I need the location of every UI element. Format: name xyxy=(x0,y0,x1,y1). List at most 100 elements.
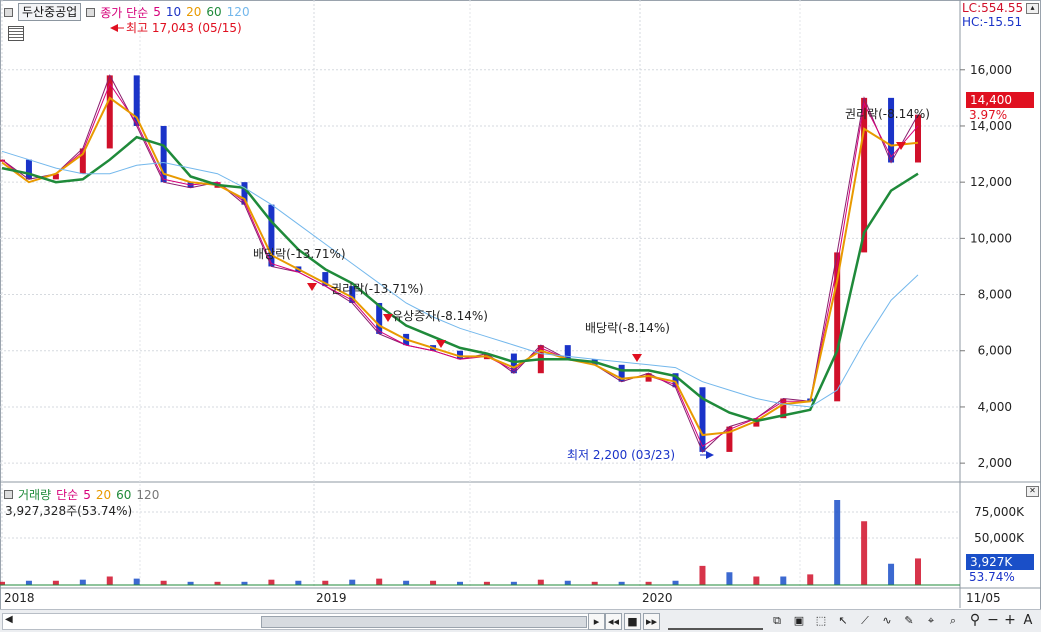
zoom-slider[interactable] xyxy=(668,613,763,630)
volume-bar xyxy=(376,578,383,585)
menu-square-icon[interactable] xyxy=(4,7,13,17)
volume-tick-label: 75,000K xyxy=(974,505,1025,519)
high-annotation: 최고 17,043 (05/15) xyxy=(126,21,242,35)
lc-value: LC:554.55 xyxy=(962,1,1024,15)
high-arrow-icon xyxy=(110,24,118,32)
low-arrow-icon xyxy=(706,451,714,459)
volume-bar xyxy=(564,580,571,585)
y-tick-label: 10,000 xyxy=(970,231,1012,245)
volume-title: 거래량 xyxy=(18,488,52,502)
x-tick-label: 2020 xyxy=(642,591,673,605)
volume-bar xyxy=(133,578,140,585)
y-tick-label: 6,000 xyxy=(978,344,1012,358)
menu-square-icon[interactable] xyxy=(86,7,96,17)
volume-bar xyxy=(861,521,868,585)
layout-icon[interactable]: ▣ xyxy=(790,613,808,628)
zoom-in-icon[interactable]: + xyxy=(1002,613,1018,628)
draw-icon[interactable]: ∿ xyxy=(878,613,896,628)
stop-icon[interactable]: ■ xyxy=(624,613,641,630)
ma-period-120: 120 xyxy=(226,5,250,19)
y-tick-label: 8,000 xyxy=(978,288,1012,302)
price-candle xyxy=(25,159,32,180)
volume-bar xyxy=(52,580,59,585)
rights-annotation-1: 권리락(-13.71%) xyxy=(331,282,424,296)
volume-bar xyxy=(106,576,113,585)
rewind-icon[interactable]: ◂◂ xyxy=(605,613,622,630)
volume-bar xyxy=(430,580,437,585)
volume-bar xyxy=(537,579,544,585)
paid-in-annotation: 유상증자(-8.14%) xyxy=(392,309,488,323)
table-grid-icon[interactable] xyxy=(8,26,24,41)
volume-bar xyxy=(79,579,86,585)
search-icon[interactable]: ⚲ xyxy=(966,613,984,628)
series-line-60 xyxy=(1,135,919,423)
stock-name[interactable]: 두산중공업 xyxy=(18,3,82,21)
volume-bar xyxy=(834,500,841,585)
volume-tick-label: 50,000K xyxy=(974,531,1025,545)
price-candle xyxy=(915,114,921,163)
magnify-icon[interactable]: ⌕ xyxy=(944,613,962,628)
ma-period-10: 10 xyxy=(165,5,182,19)
series-line-종가 xyxy=(1,74,919,453)
volume-ma-5: 5 xyxy=(83,487,91,502)
collapse-icon[interactable]: ▴ xyxy=(1026,3,1039,14)
rights-annotation-2: 권리락(-8.14%) xyxy=(845,107,930,121)
volume-bar xyxy=(780,576,787,585)
current-volume-pct: 53.74% xyxy=(969,570,1015,584)
series-line-20 xyxy=(1,96,919,437)
volume-ma-60: 60 xyxy=(116,487,132,502)
y-tick-label: 4,000 xyxy=(978,400,1012,414)
ma-title: 종가 단순 xyxy=(100,5,149,20)
volume-bar xyxy=(403,580,410,585)
ma-period-5: 5 xyxy=(153,5,161,19)
x-tick-label: 2018 xyxy=(4,591,35,605)
y-tick-label: 12,000 xyxy=(970,175,1012,189)
horizontal-scrollbar[interactable]: ◀ xyxy=(2,613,589,630)
y-tick-label: 16,000 xyxy=(970,63,1012,77)
zoom-box-icon[interactable]: ⬚ xyxy=(812,613,830,628)
low-annotation: 최저 2,200 (03/23) xyxy=(567,448,675,462)
volume-bar xyxy=(699,565,706,585)
volume-bar xyxy=(888,563,895,585)
bottom-toolbar: ◀ ▸ ◂◂ ■ ▸▸ ⧉ ▣ ⬚ ↖ ⟋ ∿ ✎ ⌖ ⌕ ⚲ − + A xyxy=(0,609,1041,632)
ma-period-60: 60 xyxy=(206,5,222,19)
current-price-tag: 14,400 xyxy=(966,92,1034,108)
volume-ma-title: 단순 xyxy=(56,488,79,502)
volume-ma-120: 120 xyxy=(136,487,160,502)
menu-square-icon[interactable] xyxy=(4,490,13,499)
volume-bar xyxy=(322,580,329,585)
volume-ma-20: 20 xyxy=(95,487,112,502)
close-icon[interactable]: ✕ xyxy=(1026,486,1039,497)
trend-icon[interactable]: ⟋ xyxy=(856,613,874,628)
volume-bar xyxy=(807,574,814,585)
volume-bar xyxy=(672,580,679,585)
paid-in-arrow-icon xyxy=(436,340,446,348)
cursor-icon[interactable]: ↖ xyxy=(834,613,852,628)
measure-icon[interactable]: ⌖ xyxy=(922,613,940,628)
y-tick-label: 2,000 xyxy=(978,456,1012,470)
volume-bar xyxy=(25,580,32,585)
text-size-icon[interactable]: A xyxy=(1020,613,1036,628)
scroll-right-icon[interactable]: ▸ xyxy=(588,613,605,630)
scroll-thumb[interactable] xyxy=(261,616,587,628)
pen-icon[interactable]: ✎ xyxy=(900,613,918,628)
volume-bar xyxy=(753,576,760,585)
chart-type-icon[interactable]: ⧉ xyxy=(768,613,786,628)
volume-bar xyxy=(915,558,921,585)
volume-bar xyxy=(295,580,302,585)
dividend-annotation-2: 배당락(-8.14%) xyxy=(585,321,670,335)
fast-forward-icon[interactable]: ▸▸ xyxy=(643,613,660,630)
volume-value: 3,927,328주(53.74%) xyxy=(5,504,133,518)
stock-chart[interactable]: 16,00014,00012,00010,0008,0006,0004,0002… xyxy=(0,0,1043,633)
volume-header: 거래량 단순 5 20 60 120 xyxy=(4,486,159,503)
dividend-annotation-1: 배당락(-13.71%) xyxy=(253,247,346,261)
hc-value: HC:-15.51 xyxy=(962,15,1023,29)
current-volume-tag: 3,927K xyxy=(966,554,1034,570)
volume-bar xyxy=(268,579,275,585)
x-tick-label: 2019 xyxy=(316,591,347,605)
price-header: 두산중공업 종가 단순 5 10 20 60 120 xyxy=(4,3,250,21)
series-line-120 xyxy=(1,150,919,408)
ma-period-20: 20 xyxy=(186,5,202,19)
zoom-out-icon[interactable]: − xyxy=(985,613,1001,628)
scroll-left-icon[interactable]: ◀ xyxy=(5,614,13,625)
